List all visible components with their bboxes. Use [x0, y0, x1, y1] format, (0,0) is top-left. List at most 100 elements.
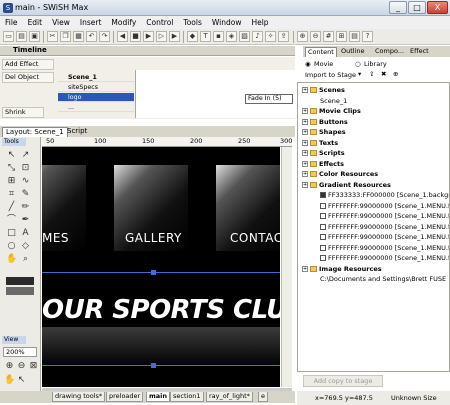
- fade-in-effect[interactable]: Fade In (5): [245, 94, 293, 104]
- zoom-icon[interactable]: ⌕: [20, 254, 31, 265]
- tab-drawing-tools[interactable]: drawing tools*: [52, 392, 106, 402]
- line-color-swatch[interactable]: [6, 277, 34, 285]
- nav-label[interactable]: CONTAC: [230, 231, 280, 245]
- step-back-icon[interactable]: ◀: [117, 31, 128, 42]
- reshape-icon[interactable]: ⤡: [6, 163, 17, 174]
- open-icon[interactable]: ▤: [16, 31, 27, 42]
- redo-icon[interactable]: ↷: [99, 31, 110, 42]
- expand-icon[interactable]: +: [302, 181, 308, 188]
- menu-control[interactable]: Control: [141, 16, 178, 27]
- stage-canvas[interactable]: MES GALLERY CONTAC OUR SPORTS CLUB: [42, 147, 280, 387]
- maximize-button[interactable]: □: [408, 1, 426, 14]
- add-copy-to-stage-button[interactable]: Add copy to stage: [303, 375, 383, 387]
- expand-icon[interactable]: +: [302, 160, 308, 167]
- import-icon[interactable]: ⇪: [369, 70, 374, 78]
- hand-icon[interactable]: ✋: [6, 254, 17, 265]
- expand-icon[interactable]: +: [302, 118, 308, 125]
- tree-item[interactable]: Scene_1: [320, 97, 347, 105]
- select-icon[interactable]: ↖: [6, 150, 17, 161]
- view-zoom-out-icon[interactable]: ⊖: [16, 361, 27, 372]
- menu-tools[interactable]: Tools: [178, 16, 206, 27]
- text-icon[interactable]: A: [20, 228, 31, 239]
- view-select-icon[interactable]: ↖: [16, 375, 27, 386]
- tree-item[interactable]: + Buttons: [302, 118, 348, 126]
- tab-section1[interactable]: section1: [170, 392, 204, 402]
- tree-item[interactable]: C:\Documents and Settings\Brett FUSE: [320, 275, 446, 283]
- pen-icon[interactable]: ✒: [20, 215, 31, 226]
- insert-scene-icon[interactable]: ◆: [187, 31, 198, 42]
- nav-label[interactable]: GALLERY: [125, 231, 182, 245]
- insert-text-icon[interactable]: T: [200, 31, 211, 42]
- expand-icon[interactable]: +: [302, 139, 308, 146]
- close-button[interactable]: X: [427, 1, 448, 14]
- selection-handle[interactable]: [151, 363, 156, 368]
- menu-window[interactable]: Window: [207, 16, 247, 27]
- nav-label[interactable]: MES: [42, 231, 69, 245]
- tab-effect[interactable]: Effect: [408, 47, 431, 56]
- grid-icon[interactable]: #: [323, 31, 334, 42]
- zoom-select[interactable]: 200%: [3, 347, 37, 357]
- expand-icon[interactable]: +: [302, 87, 308, 93]
- menu-edit[interactable]: Edit: [23, 16, 48, 27]
- view-hand-icon[interactable]: ✋: [4, 375, 15, 386]
- zoom-in-icon[interactable]: ⊕: [297, 31, 308, 42]
- tab-outline[interactable]: Outline: [339, 47, 367, 56]
- crop-icon[interactable]: ⌗: [6, 189, 17, 200]
- add-icon[interactable]: ⊕: [393, 70, 398, 78]
- autoshape-icon[interactable]: ◇: [20, 241, 31, 252]
- tab-layout[interactable]: Layout: Scene_1: [2, 127, 68, 137]
- tab-main[interactable]: main: [146, 392, 171, 402]
- tree-item[interactable]: + Texts: [302, 139, 338, 147]
- view-fit-icon[interactable]: ⊠: [28, 361, 39, 372]
- tree-item[interactable]: FFFFFFFF:99000000 [Scene_1.MENU.f: [320, 254, 449, 262]
- view-zoom-in-icon[interactable]: ⊕: [4, 361, 15, 372]
- menu-help[interactable]: Help: [246, 16, 273, 27]
- shrink-button[interactable]: Shrink: [2, 107, 44, 118]
- tree-item[interactable]: + Color Resources: [302, 170, 378, 178]
- menu-modify[interactable]: Modify: [106, 16, 141, 27]
- play-frame-icon[interactable]: ▷: [156, 31, 167, 42]
- delete-icon[interactable]: ✖: [381, 70, 386, 78]
- timeline-row-sitespecs[interactable]: siteSpecs: [58, 83, 134, 92]
- headline-text[interactable]: OUR SPORTS CLUB: [42, 295, 280, 325]
- tab-script[interactable]: Script: [64, 127, 90, 137]
- tree-item[interactable]: FFFFFFFF:99000000 [Scene_1.MENU.f: [320, 212, 449, 220]
- transform-icon[interactable]: ⊡: [20, 163, 31, 174]
- expand-icon[interactable]: +: [302, 265, 308, 272]
- radio-library-icon[interactable]: ○: [355, 60, 361, 68]
- help-icon[interactable]: ?: [362, 31, 373, 42]
- tree-item[interactable]: FF333333:FF000000 [Scene_1.backgr: [320, 191, 449, 199]
- expand-icon[interactable]: +: [302, 150, 308, 156]
- minimize-button[interactable]: _: [389, 1, 407, 14]
- line-icon[interactable]: ╱: [6, 202, 17, 213]
- tab-e[interactable]: e: [258, 392, 268, 402]
- fill-color-swatch[interactable]: [6, 287, 34, 295]
- chevron-down-icon[interactable]: ▾: [358, 70, 361, 78]
- tree-item[interactable]: + Movie Clips: [302, 107, 361, 115]
- timeline-row-scene[interactable]: Scene_1: [58, 73, 134, 82]
- step-forward-icon[interactable]: ▶: [169, 31, 180, 42]
- tree-item[interactable]: + Image Resources: [302, 265, 382, 273]
- tab-components[interactable]: Compo...: [373, 47, 406, 56]
- cut-icon[interactable]: ✂: [47, 31, 58, 42]
- tree-item[interactable]: + Gradient Resources: [302, 181, 391, 189]
- tree-item[interactable]: + Shapes: [302, 128, 346, 136]
- menu-insert[interactable]: Insert: [75, 16, 107, 27]
- undo-icon[interactable]: ↶: [86, 31, 97, 42]
- add-effect-button[interactable]: Add Effect: [2, 59, 54, 70]
- tab-ray-of-light[interactable]: ray_of_light*: [206, 392, 253, 402]
- zoom-out-icon[interactable]: ⊖: [310, 31, 321, 42]
- radio-movie-icon[interactable]: ◉: [305, 60, 311, 68]
- subselect-icon[interactable]: ↗: [20, 150, 31, 161]
- motion-path-icon[interactable]: ∿: [20, 176, 31, 187]
- menu-file[interactable]: File: [0, 16, 23, 27]
- tree-item[interactable]: FFFFFFFF:99000000 [Scene_1.MENU.f: [320, 223, 449, 231]
- eyedropper-icon[interactable]: ✎: [20, 189, 31, 200]
- save-icon[interactable]: ▣: [29, 31, 40, 42]
- timeline-row-more[interactable]: ...: [58, 103, 134, 112]
- vertical-scrollbar[interactable]: [281, 147, 292, 387]
- rectangle-icon[interactable]: □: [6, 228, 17, 239]
- insert-effect-icon[interactable]: ✧: [265, 31, 276, 42]
- pencil-icon[interactable]: ✏: [20, 202, 31, 213]
- new-icon[interactable]: ▭: [3, 31, 14, 42]
